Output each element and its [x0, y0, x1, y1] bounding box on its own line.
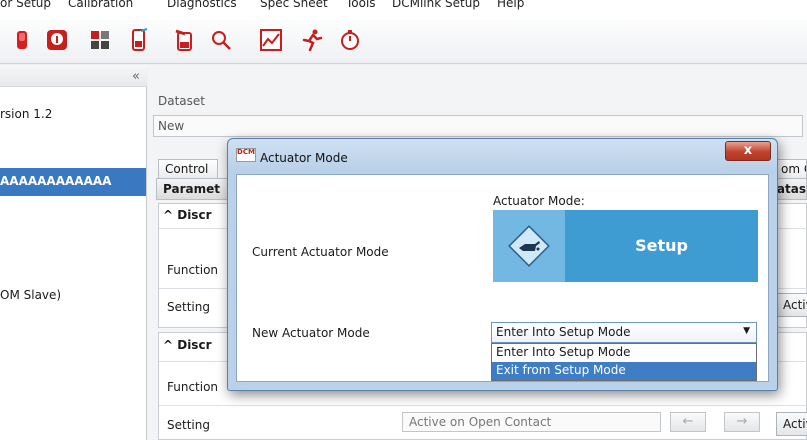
active-button-1[interactable]: Activ: [776, 293, 807, 317]
dialog-titlebar[interactable]: DCM Actuator Mode x: [228, 139, 777, 174]
function-label-2: Function: [167, 380, 219, 394]
current-mode-card: Setup: [493, 210, 758, 282]
active-button-2[interactable]: Activ: [776, 412, 807, 436]
dropdown-option-exit-setup[interactable]: Exit from Setup Mode: [492, 362, 756, 380]
menu-dcmlink-setup[interactable]: DCMlink Setup: [392, 0, 480, 10]
menu-help[interactable]: Help: [497, 0, 524, 10]
search-icon[interactable]: [207, 26, 235, 54]
timer-icon[interactable]: [336, 26, 364, 54]
memory-card-icon[interactable]: [125, 26, 153, 54]
stop-icon[interactable]: [8, 26, 36, 54]
menu-calibration[interactable]: Calibration: [68, 0, 133, 10]
dialog-body: Actuator Mode: Current Actuator Mode Set…: [236, 174, 769, 382]
current-mode-value: Setup: [635, 236, 688, 255]
current-mode-label: Current Actuator Mode: [252, 245, 389, 259]
tab-custom[interactable]: om C: [774, 159, 807, 179]
next-arrow-button[interactable]: →: [724, 412, 760, 432]
dropdown-option-enter-setup[interactable]: Enter Into Setup Mode: [492, 344, 756, 362]
selected-device-label: AAAAAAAAAAAA: [0, 174, 112, 188]
new-mode-select[interactable]: Enter Into Setup Mode ▼: [491, 322, 757, 343]
group-1-title[interactable]: ^ Discr: [163, 208, 211, 222]
run-icon[interactable]: [298, 26, 326, 54]
parameter-column-header: Paramet: [163, 182, 220, 196]
group-2-title[interactable]: ^ Discr: [163, 338, 211, 352]
menu-diagnostics[interactable]: Diagnostics: [167, 0, 237, 10]
previous-arrow-button[interactable]: ←: [670, 412, 706, 432]
dataset-field[interactable]: New: [153, 115, 803, 137]
chart-icon[interactable]: [257, 26, 285, 54]
menu-tools[interactable]: Tools: [346, 0, 376, 10]
close-icon[interactable]: x: [725, 141, 771, 161]
left-panel-header: [0, 65, 147, 87]
setting-label-1: Setting: [167, 300, 210, 314]
function-label-1: Function: [167, 263, 219, 277]
slave-device-item[interactable]: OM Slave): [0, 288, 61, 302]
menu-spec-sheet[interactable]: Spec Sheet: [260, 0, 328, 10]
new-mode-select-value: Enter Into Setup Mode: [496, 325, 631, 339]
dataset-label: Dataset: [158, 94, 205, 108]
setting-label-2: Setting: [167, 418, 210, 432]
version-text: rsion 1.2: [0, 107, 53, 121]
menu-operator-setup[interactable]: or Setup: [0, 0, 51, 10]
dataset-column-header: atas: [776, 182, 806, 196]
chevron-down-icon[interactable]: ▼: [743, 326, 750, 336]
dcm-app-icon: DCM: [236, 148, 256, 162]
io-modules-icon[interactable]: [86, 26, 114, 54]
menu-bar: or Setup Calibration Diagnostics Spec Sh…: [0, 0, 807, 20]
selected-device-item[interactable]: AAAAAAAAAAAA: [0, 168, 146, 196]
toolbar: [0, 20, 807, 64]
setting-value-field[interactable]: Active on Open Contact: [402, 412, 661, 432]
new-mode-dropdown-list: Enter Into Setup Mode Exit from Setup Mo…: [491, 343, 757, 381]
lock-icon[interactable]: [43, 26, 71, 54]
dialog-title: Actuator Mode: [260, 151, 348, 165]
left-panel: « rsion 1.2 AAAAAAAAAAAA OM Slave): [0, 65, 147, 440]
oil-can-icon: [493, 210, 565, 282]
actuator-mode-header: Actuator Mode:: [493, 194, 585, 208]
new-mode-label: New Actuator Mode: [252, 326, 370, 340]
test-icon[interactable]: [171, 26, 199, 54]
collapse-panel-button[interactable]: «: [132, 69, 140, 84]
tab-control[interactable]: Control: [158, 159, 218, 179]
actuator-mode-dialog: DCM Actuator Mode x Actuator Mode: Curre…: [227, 138, 778, 391]
